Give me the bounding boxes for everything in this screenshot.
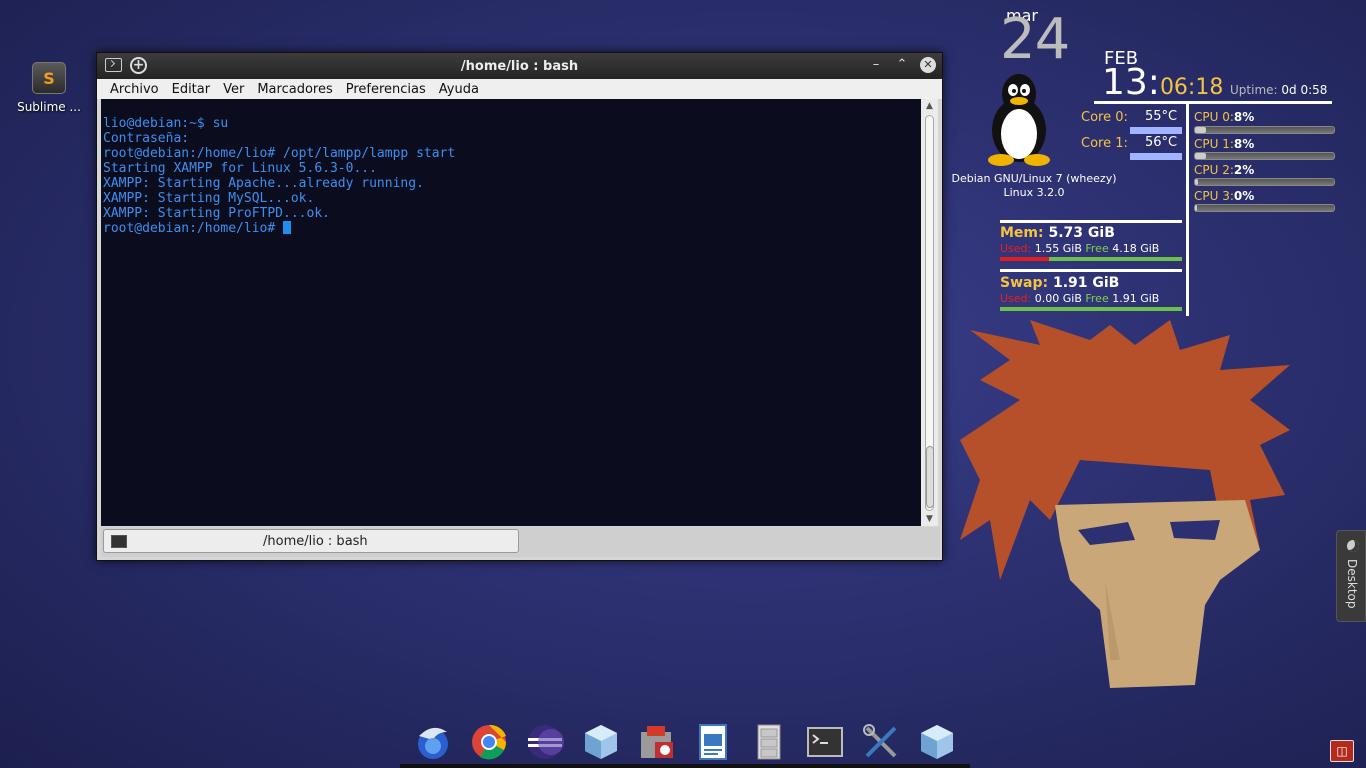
menu-marcadores[interactable]: Marcadores <box>251 82 339 97</box>
menu-editar[interactable]: Editar <box>166 82 218 97</box>
terminal-menu-icon[interactable] <box>105 58 122 72</box>
dock-chrome-icon[interactable] <box>461 718 517 766</box>
terminal-line: XAMPP: Starting MySQL...ok. <box>103 191 315 206</box>
terminal-line: XAMPP: Starting ProFTPD...ok. <box>103 206 330 221</box>
dock-virtualbox-icon[interactable] <box>573 718 629 766</box>
core-0-label: Core 0: <box>1081 110 1128 125</box>
conky-vertical-divider <box>1186 104 1189 316</box>
terminal-tab-icon <box>111 534 127 548</box>
terminal-line: Starting XAMPP for Linux 5.6.3-0... <box>103 161 377 176</box>
terminal-line: Contraseña: <box>103 131 190 146</box>
conky-uptime: Uptime: 0d 0:58 <box>1230 83 1328 97</box>
terminal-prompt: root@debian:/home/lio# <box>103 221 284 236</box>
new-tab-icon[interactable]: + <box>130 57 147 74</box>
vertical-scrollbar[interactable]: ▲ ▼ <box>921 99 938 526</box>
core-0-temp: 55°C <box>1145 109 1178 124</box>
menu-archivo[interactable]: Archivo <box>104 82 166 97</box>
dock-software-center-icon[interactable] <box>629 718 685 766</box>
terminal-output[interactable]: lio@debian:~$ su Contraseña: root@debian:/… <box>101 99 922 526</box>
mem-divider <box>1000 220 1182 223</box>
mem-used-fill <box>1000 257 1050 261</box>
tab-bash[interactable]: /home/lio : bash <box>103 529 519 553</box>
menu-bar: Archivo Editar Ver Marcadores Preferenci… <box>97 79 942 99</box>
os-info: Debian GNU/Linux 7 (wheezy) Linux 3.2.0 <box>944 172 1124 200</box>
scroll-up-icon[interactable]: ▲ <box>921 99 938 113</box>
window-title: /home/lio : bash <box>460 58 579 74</box>
minimize-icon[interactable]: – <box>868 57 884 73</box>
desktop-icon-label: Sublime ... <box>17 100 81 114</box>
core-1-temp: 56°C <box>1145 135 1178 150</box>
cpu-0-label: CPU 0:8% <box>1194 110 1255 124</box>
mem-bar <box>1000 257 1182 261</box>
tab-label: /home/lio : bash <box>263 533 368 549</box>
cpu-3-fill <box>1195 205 1198 211</box>
dock-virtualbox2-icon[interactable] <box>909 718 965 766</box>
mem-total: Mem: 5.73 GiB <box>1000 225 1115 241</box>
desktop-tab-label: Desktop <box>1345 559 1359 609</box>
dropbox-like-icon[interactable]: ◫ <box>1330 740 1354 762</box>
menu-ayuda[interactable]: Ayuda <box>433 82 486 97</box>
terminal-line: root@debian:/home/lio# /opt/lampp/lampp … <box>103 146 456 161</box>
text-cursor <box>283 221 292 234</box>
maximize-icon[interactable]: ⌃ <box>894 57 910 73</box>
cpu-3-label: CPU 3:0% <box>1194 189 1255 203</box>
dock-thunderbird-icon[interactable] <box>405 718 461 766</box>
dock <box>402 716 968 768</box>
terminal-window: + /home/lio : bash – ⌃ ✕ Archivo Editar … <box>96 52 943 561</box>
conky-widget: mar 24 FEB 13:06:18 Uptime: 0d 0:58 Core… <box>940 0 1360 320</box>
cpu-2-label: CPU 2:2% <box>1194 163 1255 177</box>
cpu-3-bar <box>1194 204 1335 212</box>
moon-icon <box>1347 540 1359 552</box>
desktop-side-tab[interactable]: Desktop <box>1336 530 1366 622</box>
terminal-prompt-line: root@debian:/home/lio# <box>103 221 920 236</box>
swap-usage: Used: 0.00 GiB Free 1.91 GiB <box>1000 292 1160 305</box>
dock-settings-tools-icon[interactable] <box>853 718 909 766</box>
close-icon[interactable]: ✕ <box>920 57 936 73</box>
terminal-line: lio@debian:~$ su <box>103 116 229 131</box>
sublime-text-icon: S <box>32 62 66 94</box>
dock-file-cabinet-icon[interactable] <box>741 718 797 766</box>
core-1-bar <box>1130 153 1182 160</box>
swap-divider <box>1000 269 1182 272</box>
cpu-2-bar <box>1194 178 1335 186</box>
os-name: Debian GNU/Linux 7 (wheezy) <box>951 172 1117 185</box>
swap-bar <box>1000 307 1182 311</box>
cpu-1-bar <box>1194 152 1335 160</box>
cpu-1-fill <box>1195 153 1207 159</box>
menu-ver[interactable]: Ver <box>217 82 251 97</box>
mem-usage: Used: 1.55 GiB Free 4.18 GiB <box>1000 242 1160 255</box>
tux-penguin-icon <box>988 74 1050 166</box>
wallpaper-face-art <box>960 320 1290 688</box>
desktop-icon-sublime[interactable]: S Sublime ... <box>10 62 88 114</box>
core-0-bar <box>1130 127 1182 134</box>
core-1-label: Core 1: <box>1081 136 1128 151</box>
menu-preferencias[interactable]: Preferencias <box>340 82 433 97</box>
cpu-0-fill <box>1195 127 1207 133</box>
tab-bar: /home/lio : bash <box>101 527 940 557</box>
window-titlebar[interactable]: + /home/lio : bash – ⌃ ✕ <box>97 53 942 79</box>
terminal-line: XAMPP: Starting Apache...already running… <box>103 176 424 191</box>
kernel-version: Linux 3.2.0 <box>1003 186 1065 199</box>
cpu-0-bar <box>1194 126 1335 134</box>
cpu-2-fill <box>1195 179 1198 185</box>
dock-eclipse-icon[interactable] <box>517 718 573 766</box>
cpu-1-label: CPU 1:8% <box>1194 137 1255 151</box>
conky-divider <box>1094 101 1332 104</box>
dock-writer-icon[interactable] <box>685 718 741 766</box>
dock-terminal-icon[interactable] <box>797 718 853 766</box>
swap-total: Swap: 1.91 GiB <box>1000 275 1120 291</box>
scroll-down-icon[interactable]: ▼ <box>921 512 938 526</box>
conky-date: 24 <box>1000 7 1070 72</box>
scroll-thumb[interactable] <box>926 446 934 508</box>
